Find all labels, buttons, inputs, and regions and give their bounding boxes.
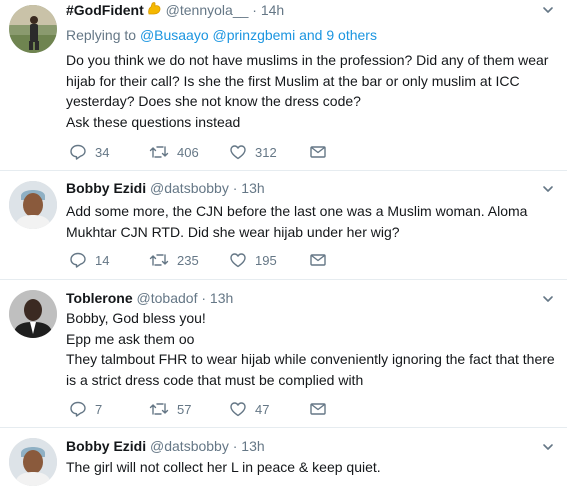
tweet-line: Do you think we do not have muslims in t… — [66, 52, 549, 68]
replying-to: Replying to @Busaayo @prinzgbemi and 9 o… — [66, 27, 377, 43]
reply-button[interactable]: 34 — [69, 142, 109, 162]
tweet-line: Ask these questions instead — [66, 113, 241, 130]
tweet-header: Bobby Ezidi @datsbobby · 13h — [66, 179, 265, 197]
tweet-line: yesterday? Does she not know the dress c… — [66, 93, 361, 109]
reply-icon — [70, 401, 86, 417]
tweet-line: They talmbout FHR to wear hijab while co… — [66, 351, 555, 367]
reply-count: 7 — [95, 401, 103, 417]
message-icon — [310, 254, 326, 266]
separator-dot: · — [232, 180, 238, 196]
chevron-down-icon[interactable] — [541, 3, 555, 17]
tweet-text: Add some more, the CJN before the last o… — [66, 201, 556, 242]
like-icon — [230, 145, 246, 160]
reply-count: 14 — [95, 252, 110, 268]
tweet-text: Bobby, God bless you! Epp me ask them oo… — [66, 308, 556, 390]
message-button[interactable] — [309, 399, 335, 419]
avatar[interactable] — [9, 5, 57, 53]
message-button[interactable] — [309, 250, 335, 270]
action-bar: 34 406 312 — [66, 142, 366, 162]
chevron-down-icon[interactable] — [541, 292, 555, 306]
chevron-down-icon[interactable] — [541, 182, 555, 196]
retweet-button[interactable]: 57 — [149, 399, 191, 419]
display-name[interactable]: #GodFident — [66, 2, 144, 18]
like-button[interactable]: 195 — [229, 250, 277, 270]
tweet-line: hijab for their call? Is she the first M… — [66, 72, 520, 89]
separator-dot: · — [232, 438, 238, 454]
divider — [0, 279, 567, 280]
tweet-header: Toblerone @tobadof · 13h — [66, 289, 233, 307]
retweet-count: 235 — [177, 252, 199, 268]
reply-icon — [70, 252, 86, 268]
chevron-down-icon[interactable] — [541, 440, 555, 454]
tweet-line: Add some more, the CJN before the last o… — [66, 203, 528, 219]
display-name[interactable]: Bobby Ezidi — [66, 438, 146, 454]
like-icon — [230, 253, 246, 268]
separator-dot: · — [201, 290, 207, 306]
retweet-count: 57 — [177, 401, 192, 417]
tweet-1[interactable]: #GodFident @tennyola__ · 14h Replying to… — [0, 0, 567, 167]
tweet-3[interactable]: Toblerone @tobadof · 13h Bobby, God bles… — [0, 281, 567, 426]
tweet-header: Bobby Ezidi @datsbobby · 13h — [66, 437, 265, 455]
timestamp[interactable]: 14h — [261, 2, 284, 18]
timestamp[interactable]: 13h — [241, 180, 264, 196]
flexed-biceps-emoji — [146, 1, 162, 21]
avatar[interactable] — [9, 438, 57, 486]
avatar[interactable] — [9, 181, 57, 229]
divider — [0, 427, 567, 428]
tweet-line: Epp me ask them oo — [66, 330, 195, 347]
tweet-4[interactable]: Bobby Ezidi @datsbobby · 13h The girl wi… — [0, 429, 567, 486]
user-handle[interactable]: @datsbobby — [150, 438, 229, 454]
timestamp[interactable]: 13h — [241, 438, 264, 454]
like-icon — [230, 402, 246, 417]
action-bar: 7 57 47 — [66, 399, 366, 419]
user-handle[interactable]: @tennyola__ — [166, 2, 249, 18]
replying-users-link[interactable]: @Busaayo @prinzgbemi — [140, 27, 295, 43]
retweet-count: 406 — [177, 144, 199, 160]
tweet-line: The girl will not collect her L in peace… — [66, 459, 381, 475]
tweet-2[interactable]: Bobby Ezidi @datsbobby · 13h Add some mo… — [0, 172, 567, 278]
tweet-line: Mukhtar CJN RTD. Did she wear hijab unde… — [66, 223, 400, 240]
message-icon — [310, 403, 326, 415]
divider — [0, 170, 567, 171]
tweet-line: Bobby, God bless you! — [66, 310, 206, 326]
tweet-text: Do you think we do not have muslims in t… — [66, 50, 556, 132]
retweet-button[interactable]: 406 — [149, 142, 199, 162]
reply-button[interactable]: 7 — [69, 399, 102, 419]
like-button[interactable]: 47 — [229, 399, 269, 419]
retweet-icon — [149, 146, 169, 158]
tweet-line: is a strict dress code that must be comp… — [66, 371, 364, 388]
like-button[interactable]: 312 — [229, 142, 277, 162]
message-icon — [310, 146, 326, 158]
display-name[interactable]: Toblerone — [66, 290, 133, 306]
like-count: 312 — [255, 144, 277, 160]
action-bar: 14 235 195 — [66, 250, 366, 270]
like-count: 47 — [255, 401, 270, 417]
avatar[interactable] — [9, 290, 57, 338]
replying-others-link[interactable]: and 9 others — [299, 27, 377, 43]
retweet-icon — [149, 254, 169, 266]
tweet-header: #GodFident @tennyola__ · 14h — [66, 1, 284, 21]
user-handle[interactable]: @tobadof — [137, 290, 198, 306]
retweet-icon — [149, 403, 169, 415]
reply-button[interactable]: 14 — [69, 250, 109, 270]
separator-dot: · — [252, 2, 257, 18]
timestamp[interactable]: 13h — [210, 290, 233, 306]
retweet-button[interactable]: 235 — [149, 250, 199, 270]
message-button[interactable] — [309, 142, 335, 162]
reply-count: 34 — [95, 144, 110, 160]
tweet-text: The girl will not collect her L in peace… — [66, 457, 556, 478]
user-handle[interactable]: @datsbobby — [150, 180, 229, 196]
like-count: 195 — [255, 252, 277, 268]
reply-icon — [70, 144, 86, 160]
display-name[interactable]: Bobby Ezidi — [66, 180, 146, 196]
